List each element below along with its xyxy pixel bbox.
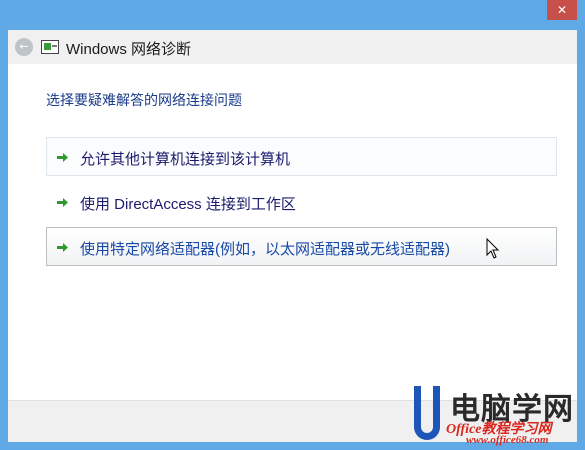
option-allow-incoming[interactable]: 允许其他计算机连接到该计算机 (46, 137, 557, 176)
close-icon: ✕ (556, 3, 568, 17)
back-arrow-icon: ← (19, 40, 29, 53)
watermark-logo: 电脑学网 Office教程学习网 www.office68.com (410, 382, 585, 450)
watermark-url: www.office68.com (466, 434, 549, 446)
green-arrow-icon (57, 153, 68, 162)
green-arrow-icon (57, 198, 68, 207)
option-label: 允许其他计算机连接到该计算机 (80, 151, 291, 168)
content-panel: 选择要疑难解答的网络连接问题 允许其他计算机连接到该计算机 使用 DirectA… (8, 64, 577, 400)
title-bar: ← Windows 网络诊断 (8, 30, 577, 64)
page-prompt: 选择要疑难解答的网络连接问题 (46, 92, 242, 108)
option-label: 使用 DirectAccess 连接到工作区 (80, 196, 296, 213)
network-diagnostics-window: ✕ ← Windows 网络诊断 选择要疑难解答的网络连接问题 允许其他计算机连… (0, 0, 585, 450)
close-button[interactable]: ✕ (547, 0, 577, 20)
mouse-pointer-icon (486, 238, 500, 259)
option-specific-adapter[interactable]: 使用特定网络适配器(例如，以太网适配器或无线适配器) (46, 227, 557, 266)
option-directaccess[interactable]: 使用 DirectAccess 连接到工作区 (46, 182, 557, 221)
network-diagnostics-icon (41, 40, 59, 54)
option-label: 使用特定网络适配器(例如，以太网适配器或无线适配器) (80, 241, 450, 258)
green-arrow-icon (57, 243, 68, 252)
back-button[interactable]: ← (15, 38, 33, 56)
window-title: Windows 网络诊断 (66, 41, 192, 58)
watermark-u-logo (414, 386, 440, 440)
